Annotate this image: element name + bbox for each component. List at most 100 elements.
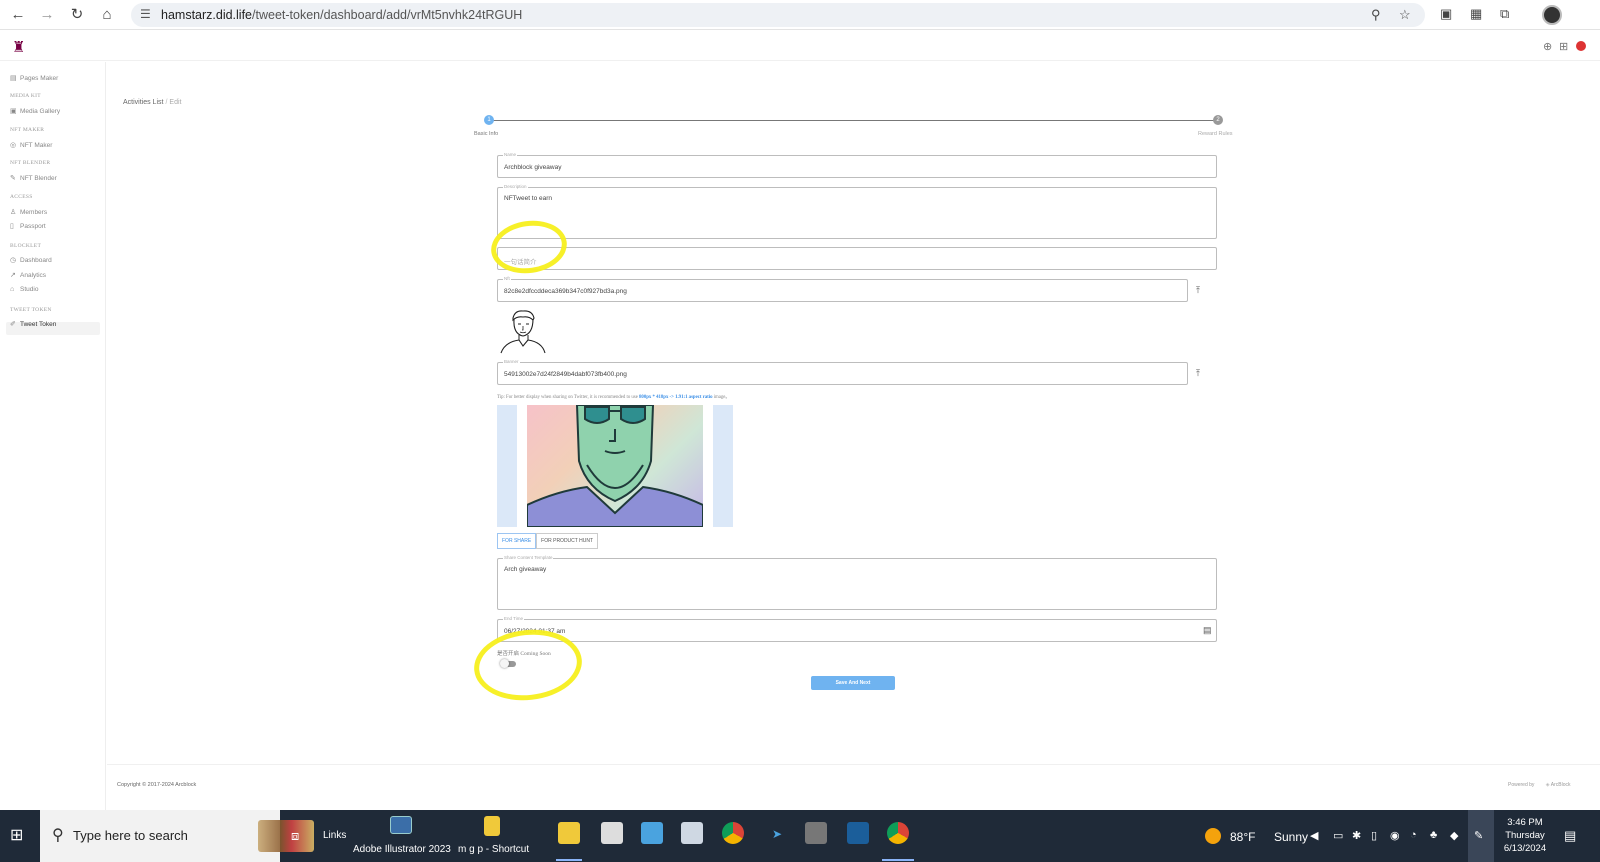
- nft-upload-icon[interactable]: ⤒: [1196, 285, 1200, 296]
- sidebar-item-members[interactable]: ♙ Members: [10, 208, 47, 216]
- sidebar-item-studio[interactable]: ⌂ Studio: [10, 286, 38, 293]
- user-badge-icon[interactable]: [1576, 41, 1586, 51]
- task-view-icon[interactable]: ⧈: [291, 828, 299, 844]
- chrome-tray-icon[interactable]: ◉: [1390, 829, 1400, 842]
- banner-label: Banner: [503, 359, 520, 365]
- weather-condition[interactable]: Sunny: [1274, 830, 1308, 844]
- site-settings-icon[interactable]: ☰: [140, 7, 151, 21]
- apps-grid-icon[interactable]: ⊞: [1559, 40, 1568, 53]
- shortcut-label: m g p - Shortcut: [458, 844, 530, 855]
- security-icon[interactable]: ♣: [1430, 829, 1437, 841]
- tip-suffix: image。: [712, 395, 731, 400]
- sidebar-section-access: ACCESS: [10, 194, 33, 200]
- vscode-icon[interactable]: ➤: [772, 827, 782, 841]
- illustrator-app-icon[interactable]: [390, 816, 412, 834]
- calendar-icon[interactable]: ▤: [1203, 625, 1212, 636]
- description-label: Description: [503, 184, 528, 190]
- sidebar-section-nft-maker: NFT MAKER: [10, 127, 45, 133]
- chrome-icon[interactable]: [722, 822, 744, 844]
- sidebar-item-label: Tweet Token: [20, 321, 57, 328]
- forward-icon[interactable]: →: [38, 6, 56, 24]
- tip-prefix: Tip: For better display when sharing on …: [497, 395, 640, 400]
- footer-divider: [107, 764, 1600, 765]
- grid-extension-icon[interactable]: ▦: [1470, 6, 1482, 22]
- chrome-active-icon[interactable]: [887, 822, 909, 844]
- notification-center-icon[interactable]: ▤: [1564, 828, 1576, 844]
- sidebar-item-analytics[interactable]: ↗ Analytics: [10, 271, 46, 279]
- share-template-field[interactable]: Share Content Template Arch giveaway: [497, 555, 1217, 610]
- sidebar-item-passport[interactable]: ▯ Passport: [10, 222, 46, 230]
- sidebar-item-media-gallery[interactable]: ▣ Media Gallery: [10, 107, 60, 115]
- name-value: Archblock giveaway: [504, 164, 562, 171]
- bookmark-star-icon[interactable]: ☆: [1399, 7, 1411, 23]
- banner-field[interactable]: Banner 54913002e7d24f2849b4dabf073fb400.…: [497, 359, 1188, 385]
- sidebar-item-nft-maker[interactable]: ◎ NFT Maker: [10, 141, 52, 149]
- reload-icon[interactable]: ↻: [68, 6, 86, 24]
- clock-day: Thursday: [1505, 830, 1545, 841]
- banner-padding-left: [497, 405, 517, 527]
- puzzle-icon[interactable]: ⧉: [1500, 6, 1509, 22]
- breadcrumb-separator: /: [165, 99, 168, 106]
- sidebar-item-label: Members: [20, 209, 48, 216]
- step-dot-reward-rules[interactable]: 2: [1213, 115, 1223, 125]
- tab-for-product-hunt[interactable]: FOR PRODUCT HUNT: [536, 533, 599, 549]
- photo-app-icon[interactable]: [601, 822, 623, 844]
- meet-icon[interactable]: ▭: [1333, 829, 1343, 842]
- notification-app-icon[interactable]: ◆: [1450, 829, 1458, 842]
- tab-for-share[interactable]: FOR SHARE: [497, 533, 537, 549]
- sidebar-item-nft-blender[interactable]: ✎ NFT Blender: [10, 174, 57, 182]
- nft-value: 82c8e2dfccddeca369b347c0f927bd3a.png: [504, 288, 627, 295]
- amazon-icon[interactable]: [805, 822, 827, 844]
- name-label: Name: [503, 152, 518, 158]
- save-and-next-button[interactable]: Save And Next: [811, 676, 895, 690]
- app-logo-icon[interactable]: ♜: [12, 38, 25, 56]
- breadcrumb-root[interactable]: Activities List: [123, 99, 163, 106]
- step-dot-basic-info[interactable]: 1: [484, 115, 494, 125]
- taskbar-links[interactable]: Links: [323, 830, 346, 841]
- calculator-icon[interactable]: [681, 822, 703, 844]
- monitor-app-icon[interactable]: [847, 822, 869, 844]
- address-bar[interactable]: ☰ hamstarz.did.life/tweet-token/dashboar…: [131, 3, 1425, 27]
- nft-maker-icon: ◎: [10, 142, 17, 149]
- banner-padding-right: [713, 405, 733, 527]
- battery-icon[interactable]: ▯: [1371, 829, 1377, 842]
- browser-toolbar: ← → ↻ ⌂ ☰ hamstarz.did.life/tweet-token/…: [0, 0, 1600, 30]
- weather-sun-icon[interactable]: [1205, 828, 1221, 844]
- name-field[interactable]: Name Archblock giveaway: [497, 152, 1217, 178]
- profile-avatar[interactable]: [1542, 5, 1562, 25]
- sidebar-section-nft-blender: NFT BLENDER: [10, 160, 51, 166]
- home-icon[interactable]: ⌂: [98, 6, 116, 24]
- url-text[interactable]: hamstarz.did.life/tweet-token/dashboard/…: [161, 8, 522, 22]
- back-icon[interactable]: ←: [9, 6, 27, 24]
- volume-icon[interactable]: ◀: [1310, 829, 1318, 842]
- sidebar-item-tweet-token[interactable]: ✐ Tweet Token: [10, 320, 56, 328]
- description-value: NFTweet to earn: [504, 195, 553, 202]
- sidebar-item-label: Media Gallery: [20, 108, 61, 115]
- globe-icon[interactable]: ⊕: [1543, 40, 1552, 53]
- windows-start-icon[interactable]: ⊞: [10, 827, 28, 845]
- pencil-icon: ✎: [10, 175, 16, 182]
- file-explorer-icon[interactable]: [558, 822, 580, 844]
- footer-powered-by: Powered by ◈ ArcBlock: [1508, 782, 1571, 788]
- sidebar-item-dashboard[interactable]: ◷ Dashboard: [10, 256, 52, 264]
- nft-label: Nft: [503, 276, 511, 282]
- shortcut-folder-icon[interactable]: [484, 816, 500, 836]
- nft-field[interactable]: Nft 82c8e2dfccddeca369b347c0f927bd3a.png: [497, 276, 1188, 302]
- sidebar-item-label: Studio: [20, 286, 39, 293]
- wifi-icon[interactable]: ◔: [1410, 829, 1417, 841]
- taskbar-search-box[interactable]: ⚲ Type here to search: [40, 810, 314, 862]
- description-field[interactable]: Description NFTweet to earn: [497, 184, 1217, 239]
- pen-icon[interactable]: ✎: [1474, 829, 1483, 842]
- zoom-icon[interactable]: ⚲: [1371, 7, 1381, 23]
- end-time-field[interactable]: End Time 06/27/2024 01:37 am ▤: [497, 616, 1217, 642]
- taskbar-clock[interactable]: 3:46 PM Thursday 6/13/2024: [1498, 816, 1552, 855]
- short-description-input[interactable]: 一句话简介: [497, 247, 1217, 270]
- sidebar-item-pages-maker[interactable]: ▤ Pages Maker: [10, 74, 58, 82]
- sidebar-item-label: Passport: [20, 223, 46, 230]
- control-panel-icon[interactable]: [641, 822, 663, 844]
- bluetooth-icon[interactable]: ✱: [1352, 829, 1361, 842]
- extension-icon[interactable]: ▣: [1440, 6, 1452, 22]
- banner-upload-icon[interactable]: ⤒: [1196, 368, 1200, 379]
- banner-tip: Tip: For better display when sharing on …: [497, 393, 730, 400]
- weather-temp[interactable]: 88°F: [1230, 830, 1255, 844]
